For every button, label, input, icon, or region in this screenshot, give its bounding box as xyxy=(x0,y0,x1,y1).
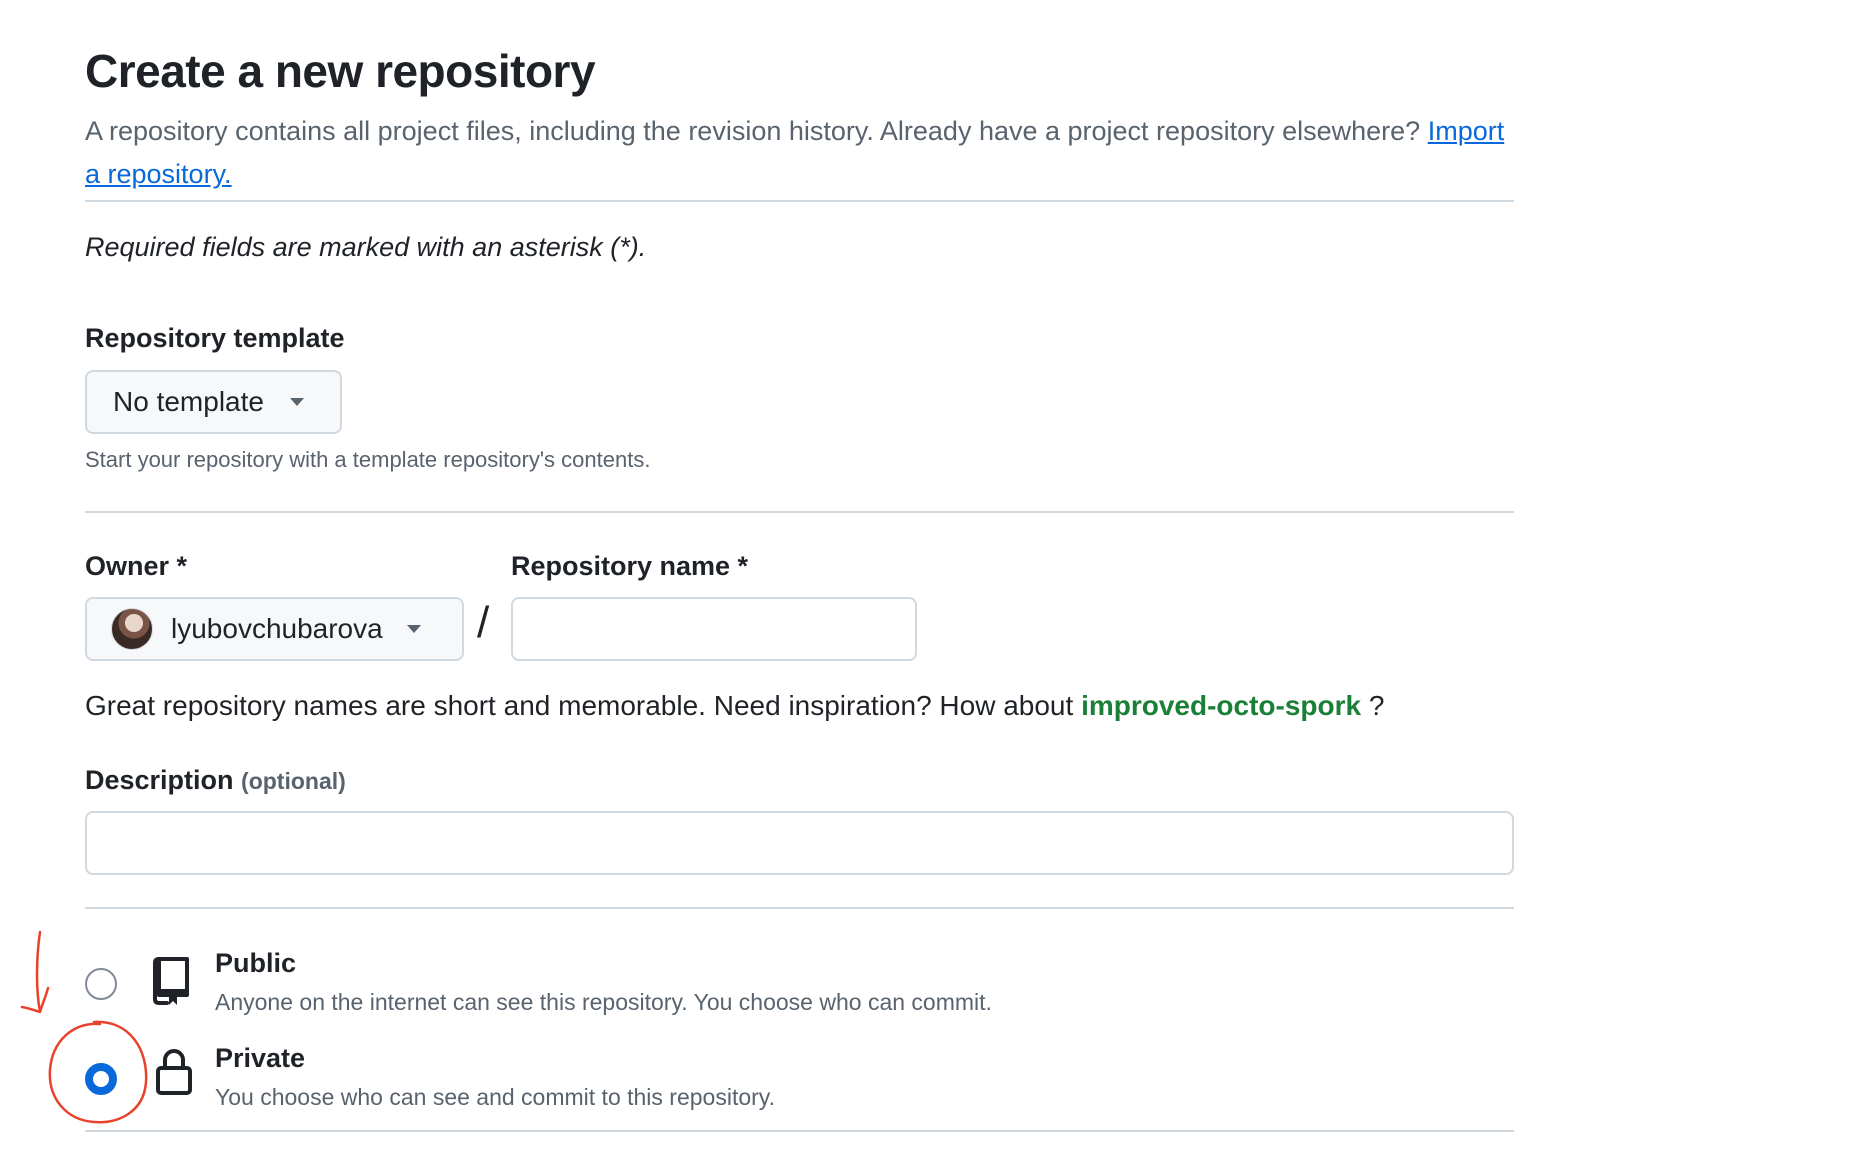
repository-template-value: No template xyxy=(113,386,264,417)
avatar xyxy=(111,608,153,650)
private-description: You choose who can see and commit to thi… xyxy=(215,1084,775,1110)
owner-dropdown[interactable]: lyubovchubarova xyxy=(85,597,464,661)
page-description-text: A repository contains all project files,… xyxy=(85,116,1421,146)
description-label: Description (optional) xyxy=(85,765,346,796)
repository-template-label: Repository template xyxy=(85,323,345,353)
public-radio[interactable] xyxy=(85,968,117,1000)
repository-template-hint: Start your repository with a template re… xyxy=(85,447,651,472)
repository-name-label: Repository name * xyxy=(511,551,749,581)
repository-template-dropdown[interactable]: No template xyxy=(85,370,342,434)
divider xyxy=(85,1130,1514,1132)
name-suggestion-text: Great repository names are short and mem… xyxy=(85,690,1074,721)
owner-repo-separator: / xyxy=(477,598,490,647)
owner-value: lyubovchubarova xyxy=(171,613,383,644)
divider xyxy=(85,511,1514,513)
private-title: Private xyxy=(215,1043,306,1073)
optional-tag: (optional) xyxy=(241,768,346,794)
page-description: A repository contains all project files,… xyxy=(85,110,1505,196)
public-title: Public xyxy=(215,948,297,978)
lock-icon xyxy=(156,1049,192,1095)
suggested-name-button[interactable]: improved-octo-spork xyxy=(1081,690,1361,721)
public-description: Anyone on the internet can see this repo… xyxy=(215,989,992,1015)
divider xyxy=(85,907,1514,909)
divider xyxy=(85,200,1514,202)
repository-name-input[interactable] xyxy=(511,597,917,661)
private-radio[interactable] xyxy=(85,1063,117,1095)
description-input[interactable] xyxy=(85,811,1514,875)
page-title: Create a new repository xyxy=(85,45,596,97)
name-suggestion: Great repository names are short and mem… xyxy=(85,690,1384,722)
description-label-text: Description xyxy=(85,765,234,795)
caret-down-icon xyxy=(406,625,421,633)
name-suggestion-suffix: ? xyxy=(1368,690,1385,721)
repo-icon xyxy=(153,957,189,1005)
caret-down-icon xyxy=(289,398,304,406)
owner-label: Owner * xyxy=(85,551,188,581)
required-fields-note: Required fields are marked with an aster… xyxy=(85,232,647,262)
annotation-arrow xyxy=(20,930,50,1014)
